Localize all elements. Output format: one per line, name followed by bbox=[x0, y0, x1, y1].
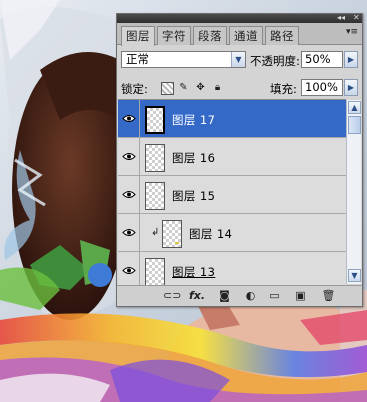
layer-list-scrollbar[interactable]: ▲ ▼ bbox=[346, 100, 361, 284]
layer-list: 图层 17 图层 16 图层 15 ↲ 图层 14 图层 13 bbox=[118, 99, 346, 285]
trash-icon[interactable]: 🗑︎ bbox=[321, 289, 336, 303]
layer-name: 图层 16 bbox=[172, 151, 216, 165]
layer-row[interactable]: 图层 17 bbox=[118, 100, 346, 138]
panel-tabs: 图层 字符 段落 通道 路径 ▾≡ bbox=[117, 23, 362, 46]
lock-pixels-icon[interactable]: ✎ bbox=[178, 82, 189, 93]
layers-panel: ◂◂ ✕ 图层 字符 段落 通道 路径 ▾≡ 正常 ▼ 不透明度: 50% ▶ … bbox=[116, 13, 363, 307]
tab-paths[interactable]: 路径 bbox=[265, 26, 299, 45]
fx-icon[interactable]: fx. bbox=[189, 289, 205, 303]
eye-icon bbox=[122, 153, 136, 160]
blend-mode-value: 正常 bbox=[126, 52, 149, 66]
eye-icon bbox=[122, 191, 136, 198]
lock-label: 锁定: bbox=[121, 82, 148, 96]
folder-icon[interactable]: ▭ bbox=[267, 289, 282, 303]
scroll-up-icon[interactable]: ▲ bbox=[348, 101, 361, 114]
opacity-value: 50% bbox=[305, 52, 331, 66]
collapse-icon[interactable]: ◂◂ bbox=[337, 12, 345, 23]
tab-character[interactable]: 字符 bbox=[157, 26, 191, 45]
chevron-down-icon[interactable]: ▼ bbox=[231, 52, 245, 67]
layer-row[interactable]: 图层 13 bbox=[118, 252, 346, 285]
tab-layers[interactable]: 图层 bbox=[121, 26, 155, 46]
opacity-field[interactable]: 50% bbox=[301, 51, 343, 68]
tab-paragraph[interactable]: 段落 bbox=[193, 26, 227, 45]
eye-icon bbox=[122, 267, 136, 274]
opacity-label: 不透明度: bbox=[250, 54, 300, 68]
layer-row[interactable]: 图层 16 bbox=[118, 138, 346, 176]
eye-icon bbox=[122, 229, 136, 236]
lock-all-icon[interactable]: 🔒︎ bbox=[212, 82, 223, 93]
visibility-toggle[interactable] bbox=[118, 252, 140, 285]
fill-value: 100% bbox=[305, 80, 338, 94]
visibility-toggle[interactable] bbox=[118, 138, 140, 175]
layer-name: 图层 14 bbox=[189, 227, 233, 241]
layer-row[interactable]: 图层 15 bbox=[118, 176, 346, 214]
visibility-toggle[interactable] bbox=[118, 176, 140, 213]
visibility-toggle[interactable] bbox=[118, 214, 140, 251]
layer-thumbnail bbox=[145, 258, 165, 285]
clipping-mask-arrow-icon: ↲ bbox=[151, 227, 160, 238]
link-icon[interactable]: ⊂⊃ bbox=[163, 289, 181, 303]
layer-thumbnail-mark bbox=[175, 242, 179, 244]
lock-position-icon[interactable]: ✥ bbox=[195, 82, 206, 93]
visibility-toggle[interactable] bbox=[118, 100, 140, 137]
layer-row[interactable]: ↲ 图层 14 bbox=[118, 214, 346, 252]
scroll-thumb[interactable] bbox=[348, 116, 361, 134]
tab-channels[interactable]: 通道 bbox=[229, 26, 263, 45]
fill-label: 填充: bbox=[270, 82, 297, 96]
scroll-down-icon[interactable]: ▼ bbox=[348, 269, 361, 282]
panel-title-bar[interactable]: ◂◂ ✕ bbox=[117, 12, 362, 23]
close-icon[interactable]: ✕ bbox=[353, 12, 360, 23]
layer-name: 图层 15 bbox=[172, 189, 216, 203]
blend-mode-select[interactable]: 正常 ▼ bbox=[121, 51, 246, 68]
adjustment-icon[interactable]: ◐ bbox=[243, 289, 258, 303]
mask-icon[interactable]: ◙ bbox=[217, 289, 232, 303]
layer-thumbnail bbox=[145, 144, 165, 172]
lock-transparency-icon[interactable] bbox=[161, 82, 174, 95]
new-layer-icon[interactable]: ▣ bbox=[293, 289, 308, 303]
layer-name: 图层 17 bbox=[172, 113, 216, 127]
opacity-slider-button[interactable]: ▶ bbox=[344, 51, 358, 68]
layer-thumbnail bbox=[145, 106, 165, 134]
layer-name: 图层 13 bbox=[172, 265, 216, 279]
layer-thumbnail bbox=[162, 220, 182, 248]
layer-thumbnail bbox=[145, 182, 165, 210]
eye-icon bbox=[122, 115, 136, 122]
panel-menu-icon[interactable]: ▾≡ bbox=[346, 27, 358, 37]
layers-footer-toolbar: ⊂⊃ fx. ◙ ◐ ▭ ▣ 🗑︎ bbox=[117, 285, 362, 306]
fill-slider-button[interactable]: ▶ bbox=[344, 79, 358, 96]
fill-field[interactable]: 100% bbox=[301, 79, 343, 96]
